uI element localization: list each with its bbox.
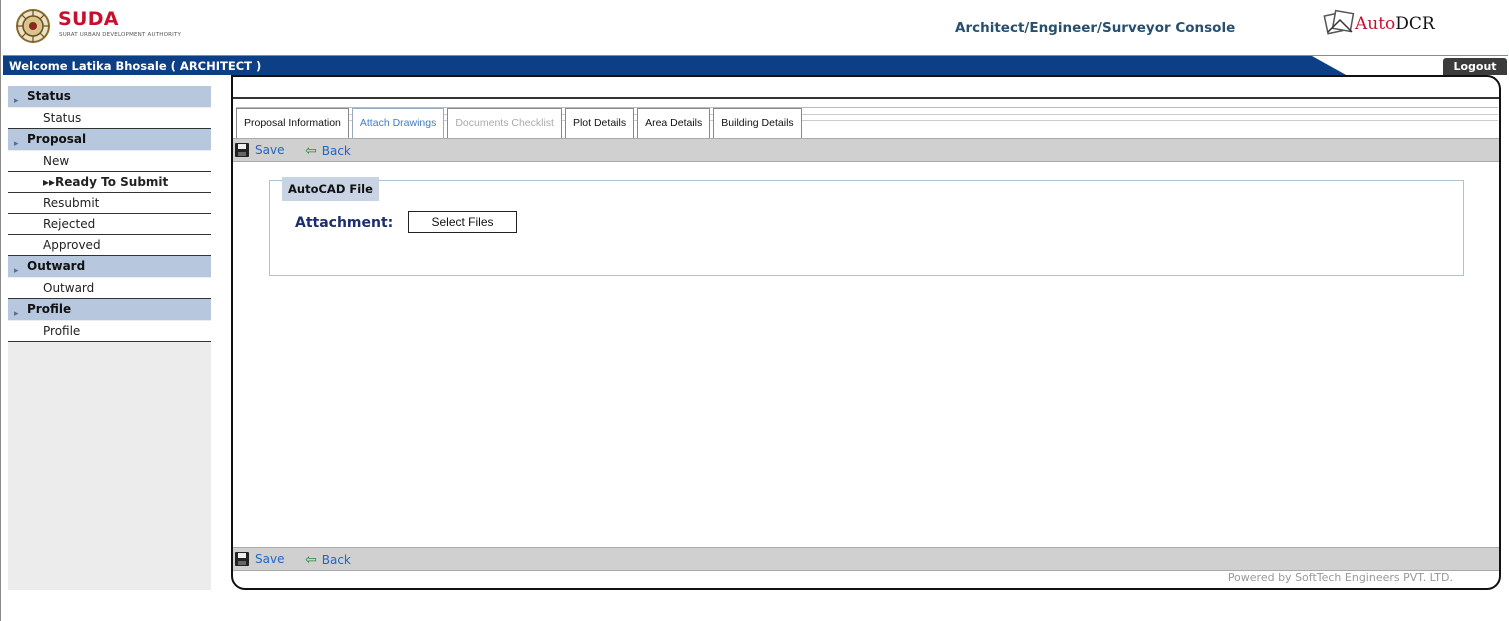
top-toolbar: Save ⇦ Back [233,138,1499,162]
chevron-right-icon: ▸ [14,309,19,319]
sidebar-section-outward[interactable]: ▸ Outward [8,256,211,277]
sidebar-item-profile[interactable]: Profile [8,321,211,342]
console-title: Architect/Engineer/Surveyor Console [955,20,1236,36]
page-frame: SUDA SURAT URBAN DEVELOPMENT AUTHORITY A… [0,0,1509,621]
powered-by-text: Powered by SoftTech Engineers PVT. LTD. [1227,571,1453,584]
tab-bar: Proposal Information Attach Drawings Doc… [236,107,1498,138]
chevron-right-icon: ▸ [14,139,19,149]
save-disk-icon [235,552,249,566]
header: SUDA SURAT URBAN DEVELOPMENT AUTHORITY A… [1,0,1509,52]
sidebar-item-resubmit[interactable]: Resubmit [8,193,211,214]
welcome-text: Welcome Latika Bhosale ( ARCHITECT ) [9,59,262,73]
sidebar-item-label: Ready To Submit [55,175,169,189]
attachment-label: Attachment: [295,215,394,231]
sidebar-section-status[interactable]: ▸ Status [8,86,211,107]
sidebar-item-outward[interactable]: Outward [8,278,211,299]
sidebar-section-proposal[interactable]: ▸ Proposal [8,129,211,150]
sidebar-section-profile[interactable]: ▸ Profile [8,299,211,320]
product-name: AutoDCR [1355,14,1435,34]
back-button[interactable]: ⇦ Back [305,143,351,159]
save-button[interactable]: Save [235,143,284,157]
select-files-button[interactable]: Select Files [408,211,517,233]
sidebar-item-rejected[interactable]: Rejected [8,214,211,235]
tab-area-details[interactable]: Area Details [637,108,711,138]
autodcr-logo-icon [1323,9,1355,35]
logout-button[interactable]: Logout [1443,58,1507,75]
tab-plot-details[interactable]: Plot Details [564,108,635,138]
chevron-right-icon: ▸ [14,96,19,106]
bottom-toolbar: Save ⇦ Back [233,547,1499,571]
main-panel: Proposal Information Attach Drawings Doc… [231,75,1501,590]
save-label: Save [255,552,285,566]
tab-attach-drawings[interactable]: Attach Drawings [351,108,445,138]
tab-documents-checklist: Documents Checklist [447,108,562,138]
brand-name: SUDA [58,8,119,30]
tab-proposal-information[interactable]: Proposal Information [236,108,349,138]
sidebar: ▸ Status Status ▸ Proposal New ▸▸Ready To … [8,86,211,590]
sidebar-section-title: Status [27,89,71,103]
sidebar-item-approved[interactable]: Approved [8,235,211,256]
sidebar-item-new[interactable]: New [8,151,211,172]
divider [233,97,1499,99]
tab-building-details[interactable]: Building Details [713,108,802,138]
back-arrow-icon: ⇦ [305,552,317,568]
welcome-bar: Welcome Latika Bhosale ( ARCHITECT ) [3,55,1508,76]
sidebar-item-status[interactable]: Status [8,108,211,129]
tab-list: Proposal Information Attach Drawings Doc… [236,108,805,138]
sidebar-section-title: Proposal [27,132,87,146]
save-button[interactable]: Save [235,552,284,566]
back-label: Back [321,144,351,158]
suda-emblem-icon [16,9,50,43]
active-marker-icon: ▸▸ [43,175,56,189]
brand-subtitle: SURAT URBAN DEVELOPMENT AUTHORITY [59,32,182,38]
product-name-prefix: Auto [1355,14,1396,34]
sidebar-section-title: Profile [27,302,72,316]
autocad-file-fieldset: AutoCAD File Attachment: Select Files [269,177,1464,276]
sidebar-section-title: Outward [27,259,86,273]
fieldset-legend: AutoCAD File [282,177,379,201]
product-name-suffix: DCR [1395,14,1435,34]
save-disk-icon [235,143,249,157]
back-label: Back [321,553,351,567]
chevron-right-icon: ▸ [14,266,19,276]
sidebar-item-ready-to-submit[interactable]: ▸▸Ready To Submit [8,172,211,193]
save-label: Save [255,143,285,157]
back-arrow-icon: ⇦ [305,143,317,159]
back-button[interactable]: ⇦ Back [305,552,351,568]
